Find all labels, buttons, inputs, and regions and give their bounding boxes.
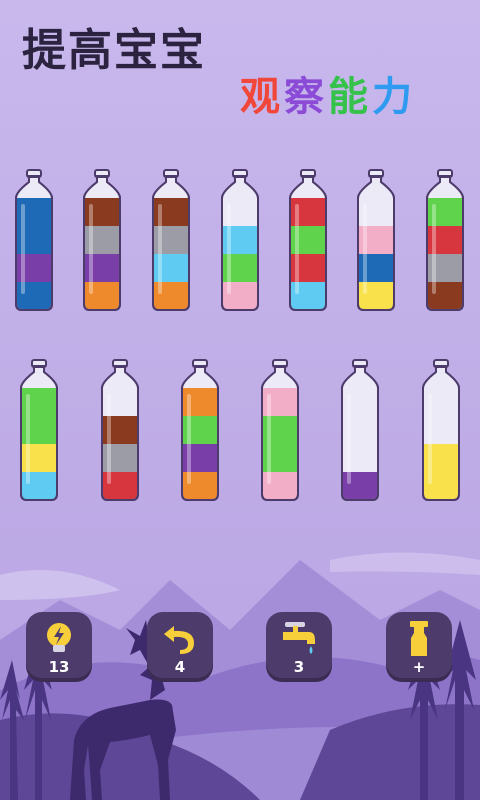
bottle-r1-7[interactable] xyxy=(426,169,464,311)
faucet-icon xyxy=(283,622,315,654)
faucet-button[interactable]: 3 xyxy=(266,612,332,678)
bottle-highlight xyxy=(227,204,231,294)
bottle-highlight xyxy=(26,394,30,484)
undo-button[interactable]: 4 xyxy=(147,612,213,678)
bottle-r1-2[interactable] xyxy=(83,169,121,311)
undo-arrow-icon xyxy=(164,626,194,654)
add-bottle-icon xyxy=(410,621,428,656)
bottle-r2-4[interactable] xyxy=(261,359,299,501)
bottle-highlight xyxy=(432,204,436,294)
bottle-r2-2[interactable] xyxy=(101,359,139,501)
bottle-r2-1[interactable] xyxy=(20,359,58,501)
bottle-highlight xyxy=(295,204,299,294)
hint-count: 13 xyxy=(48,658,70,676)
add-bottle-count: + xyxy=(412,658,426,676)
lightbulb-icon xyxy=(47,623,71,652)
bottle-highlight xyxy=(158,204,162,294)
bottle-r1-1[interactable] xyxy=(15,169,53,311)
faucet-count: 3 xyxy=(293,658,305,676)
bottle-highlight xyxy=(187,394,191,484)
bottle-highlight xyxy=(21,204,25,294)
bottle-board xyxy=(15,169,464,501)
bottle-highlight xyxy=(267,394,271,484)
bottle-highlight xyxy=(428,394,432,484)
bottle-highlight xyxy=(107,394,111,484)
bottle-r1-5[interactable] xyxy=(289,169,327,311)
bottle-r2-6[interactable] xyxy=(422,359,460,501)
add-bottle-button[interactable]: + xyxy=(386,612,452,678)
hint-button[interactable]: 13 xyxy=(26,612,92,678)
bottle-r1-3[interactable] xyxy=(152,169,190,311)
bottle-r1-4[interactable] xyxy=(221,169,259,311)
undo-count: 4 xyxy=(174,658,186,676)
bottle-r2-3[interactable] xyxy=(181,359,219,501)
bottle-r1-6[interactable] xyxy=(357,169,395,311)
bottle-r2-5[interactable] xyxy=(341,359,379,501)
bottle-highlight xyxy=(89,204,93,294)
bottle-highlight xyxy=(347,394,351,484)
bottle-highlight xyxy=(363,204,367,294)
